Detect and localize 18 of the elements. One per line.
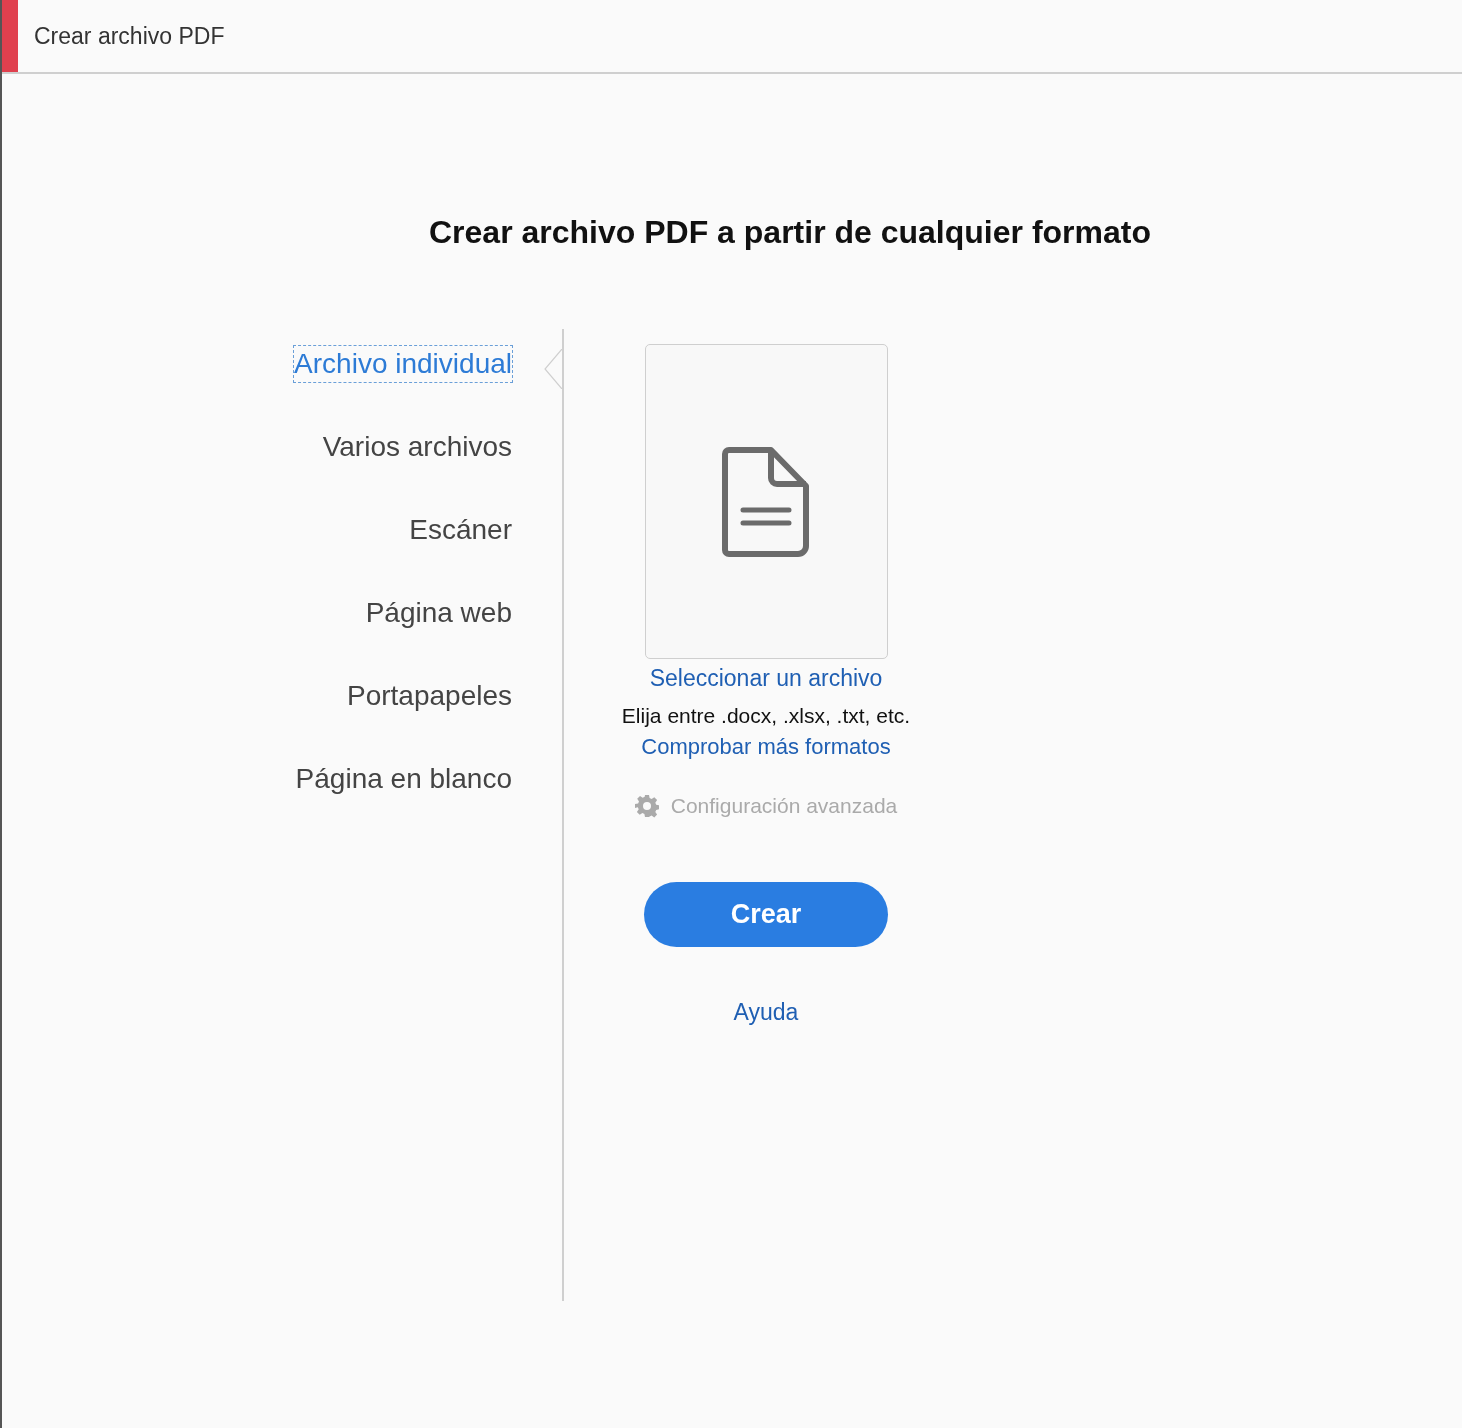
window-title: Crear archivo PDF: [34, 22, 225, 50]
option-tab[interactable]: Página web: [364, 594, 513, 632]
create-button[interactable]: Crear: [644, 882, 888, 947]
accent-strip: [2, 0, 18, 72]
option-tab[interactable]: Página en blanco: [294, 760, 513, 798]
option-tab[interactable]: Varios archivos: [321, 428, 513, 466]
help-link[interactable]: Ayuda: [733, 999, 799, 1026]
more-formats-link[interactable]: Comprobar más formatos: [641, 734, 891, 760]
file-drop-card[interactable]: [644, 344, 888, 659]
option-tab[interactable]: Archivo individual: [293, 345, 513, 383]
option-tab[interactable]: Portapapeles: [346, 677, 513, 715]
document-icon: [721, 445, 811, 558]
advanced-settings-link: Configuración avanzada: [670, 794, 898, 818]
select-file-link[interactable]: Seleccionar un archivo: [649, 665, 883, 692]
page-heading: Crear archivo PDF a partir de cualquier formato: [429, 214, 1151, 251]
settings-icon: [634, 794, 659, 818]
format-hint: Elija entre .docx, .xlsx, .txt, etc.: [621, 704, 911, 728]
option-tab[interactable]: Escáner: [408, 511, 513, 549]
